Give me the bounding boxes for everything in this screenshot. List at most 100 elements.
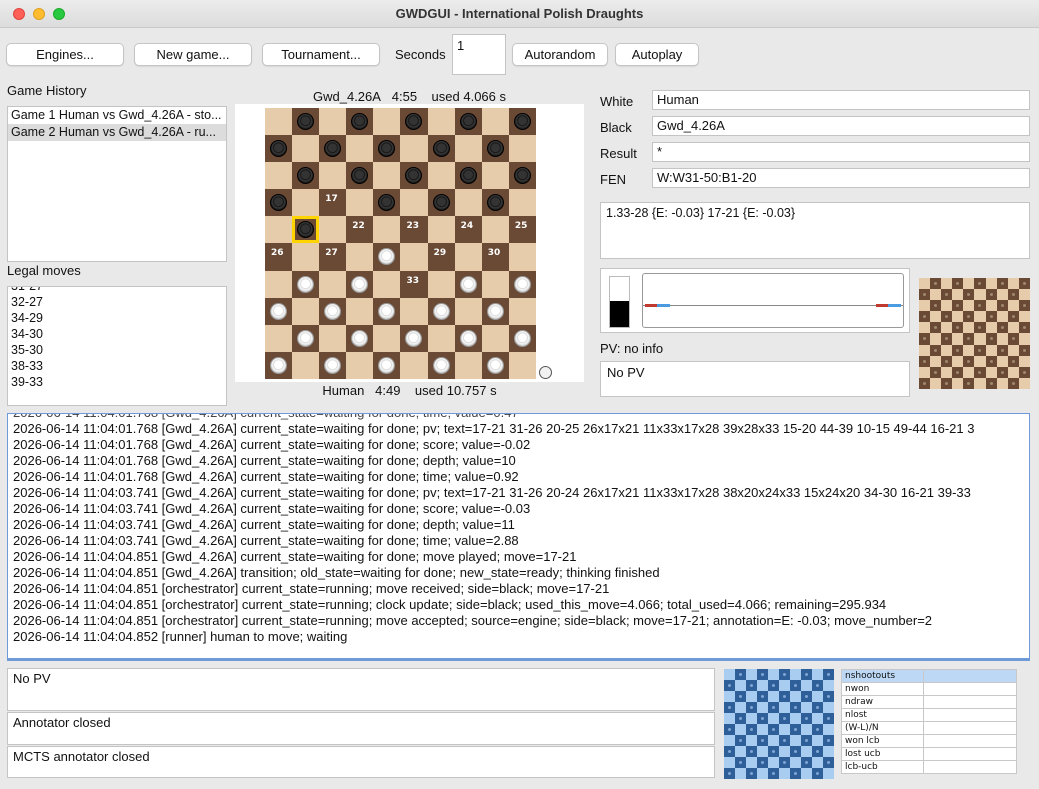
black-man-piece[interactable] [351, 167, 369, 185]
board-square-15[interactable] [508, 162, 536, 190]
board-square-8[interactable] [373, 135, 401, 163]
board-square-27[interactable]: 27 [319, 243, 347, 271]
white-man-piece[interactable] [378, 356, 396, 374]
board-square-16[interactable] [265, 189, 293, 217]
board-square-50[interactable] [481, 351, 509, 379]
white-man-piece[interactable] [432, 356, 450, 374]
engines-button[interactable]: Engines... [6, 43, 124, 66]
new-game-button[interactable]: New game... [134, 43, 252, 66]
black-man-piece[interactable] [405, 113, 423, 130]
board-square-20[interactable] [481, 189, 509, 217]
annotator-pane[interactable]: Annotator closed [7, 712, 715, 745]
white-man-piece[interactable] [378, 248, 396, 266]
board-square-31[interactable] [292, 270, 320, 298]
black-man-piece[interactable] [432, 140, 450, 158]
legal-move-item[interactable]: 34-30 [8, 326, 226, 342]
black-man-piece[interactable] [297, 113, 315, 130]
board-square-41[interactable] [292, 324, 320, 352]
black-man-piece[interactable] [432, 194, 450, 212]
moves-text-area[interactable]: 1.33-28 {E: -0.03} 17-21 {E: -0.03} [600, 202, 1030, 259]
white-man-piece[interactable] [486, 356, 504, 374]
legal-move-item[interactable]: 31-27 [8, 287, 226, 294]
history-item[interactable]: Game 1 Human vs Gwd_4.26A - sto... [8, 107, 226, 124]
white-man-piece[interactable] [351, 275, 369, 293]
board-square-9[interactable] [427, 135, 455, 163]
bottom-pv-pane[interactable]: No PV [7, 668, 715, 711]
black-man-piece[interactable] [324, 140, 342, 158]
history-item-selected[interactable]: Game 2 Human vs Gwd_4.26A - ru... [8, 124, 226, 141]
legal-move-item[interactable]: 35-30 [8, 342, 226, 358]
black-man-piece[interactable] [513, 113, 531, 130]
black-man-piece[interactable] [486, 140, 504, 158]
game-history-list[interactable]: Game 1 Human vs Gwd_4.26A - sto... Game … [7, 106, 227, 262]
black-man-piece[interactable] [513, 167, 531, 185]
board-square-13[interactable] [400, 162, 428, 190]
board-square-46[interactable] [265, 351, 293, 379]
board-square-25[interactable]: 25 [508, 216, 536, 244]
legal-move-item[interactable]: 38-33 [8, 358, 226, 374]
board-square-2[interactable] [346, 108, 374, 136]
black-man-piece[interactable] [270, 140, 287, 158]
board-square-28[interactable] [373, 243, 401, 271]
white-man-piece[interactable] [324, 356, 342, 374]
board-square-29[interactable]: 29 [427, 243, 455, 271]
white-man-piece[interactable] [459, 329, 477, 347]
board-square-5[interactable] [508, 108, 536, 136]
board-square-45[interactable] [508, 324, 536, 352]
legal-move-item[interactable]: 39-33 [8, 374, 226, 390]
board-square-47[interactable] [319, 351, 347, 379]
board-square-14[interactable] [454, 162, 482, 190]
white-man-piece[interactable] [270, 302, 287, 320]
board-square-21[interactable] [292, 216, 320, 244]
white-man-piece[interactable] [513, 275, 531, 293]
mcts-annotator-pane[interactable]: MCTS annotator closed [7, 746, 715, 778]
black-man-piece[interactable] [270, 194, 287, 212]
board-square-43[interactable] [400, 324, 428, 352]
board-square-37[interactable] [319, 297, 347, 325]
white-man-piece[interactable] [513, 329, 531, 347]
white-man-piece[interactable] [405, 329, 423, 347]
board-square-26[interactable]: 26 [265, 243, 293, 271]
board-square-49[interactable] [427, 351, 455, 379]
black-man-piece[interactable] [405, 167, 423, 185]
board-square-23[interactable]: 23 [400, 216, 428, 244]
tournament-button[interactable]: Tournament... [262, 43, 380, 66]
black-man-piece[interactable] [297, 167, 315, 185]
draughts-board[interactable]: 17 22 23 24 25 26 27 29 30 33 [265, 108, 536, 379]
log-splitter[interactable] [7, 658, 1030, 661]
board-square-7[interactable] [319, 135, 347, 163]
board-square-44[interactable] [454, 324, 482, 352]
white-man-piece[interactable] [351, 329, 369, 347]
log-panel[interactable]: 2026-06-14 11:04:01.768 [Gwd_4.26A] curr… [7, 413, 1030, 660]
black-player-field[interactable]: Gwd_4.26A [652, 116, 1030, 136]
board-square-4[interactable] [454, 108, 482, 136]
board-square-12[interactable] [346, 162, 374, 190]
board-square-30[interactable]: 30 [481, 243, 509, 271]
white-man-piece[interactable] [270, 356, 287, 374]
board-square-10[interactable] [481, 135, 509, 163]
board-square-42[interactable] [346, 324, 374, 352]
autoplay-button[interactable]: Autoplay [615, 43, 699, 66]
board-square-48[interactable] [373, 351, 401, 379]
board-square-36[interactable] [265, 297, 293, 325]
white-man-piece[interactable] [432, 302, 450, 320]
board-square-3[interactable] [400, 108, 428, 136]
black-man-piece[interactable] [459, 113, 477, 130]
white-man-piece[interactable] [378, 302, 396, 320]
pv-text-area[interactable]: No PV [600, 361, 910, 397]
result-field[interactable]: * [652, 142, 1030, 162]
board-square-1[interactable] [292, 108, 320, 136]
board-square-33[interactable]: 33 [400, 270, 428, 298]
board-square-40[interactable] [481, 297, 509, 325]
autorandom-button[interactable]: Autorandom [512, 43, 608, 66]
board-square-22[interactable]: 22 [346, 216, 374, 244]
black-man-piece[interactable] [297, 221, 315, 239]
white-man-piece[interactable] [297, 275, 315, 293]
white-player-field[interactable]: Human [652, 90, 1030, 110]
black-man-piece[interactable] [378, 140, 396, 158]
legal-moves-list[interactable]: 31-27 32-27 34-29 34-30 35-30 38-33 39-3… [7, 286, 227, 406]
board-square-34[interactable] [454, 270, 482, 298]
legal-move-item[interactable]: 34-29 [8, 310, 226, 326]
legal-move-item[interactable]: 32-27 [8, 294, 226, 310]
black-man-piece[interactable] [459, 167, 477, 185]
